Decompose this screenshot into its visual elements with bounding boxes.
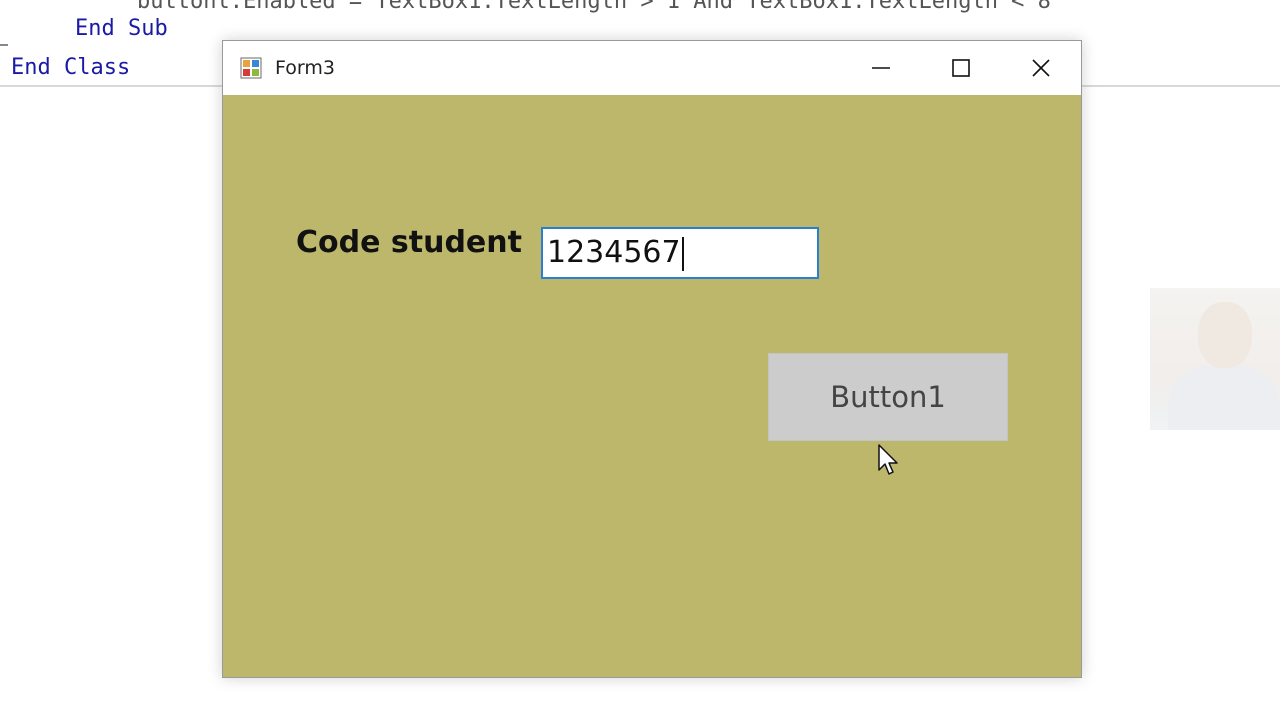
close-icon: [1032, 59, 1050, 77]
textbox-value: 1234567: [547, 235, 681, 270]
close-button[interactable]: [1001, 41, 1081, 95]
gutter-mark: [0, 44, 8, 46]
webcam-head: [1198, 302, 1252, 368]
window-title: Form3: [275, 57, 335, 79]
text-caret: [681, 236, 684, 271]
maximize-button[interactable]: [921, 41, 1001, 95]
maximize-icon: [952, 59, 970, 77]
button1[interactable]: Button1: [768, 353, 1008, 441]
form-client-area: Code student 1234567 Button1: [223, 95, 1081, 677]
window-titlebar[interactable]: Form3: [223, 41, 1081, 95]
code-student-label: Code student: [296, 225, 522, 260]
winforms-app-icon[interactable]: [240, 57, 262, 79]
code-line-end-sub: End Sub: [75, 16, 168, 41]
presenter-webcam: [1150, 288, 1280, 430]
arrow-cursor-icon: [878, 444, 898, 475]
code-student-textbox[interactable]: 1234567: [541, 227, 819, 279]
code-line-cut-off: buttonl.Enabled = TextBox1.TextLength > …: [137, 0, 1051, 14]
minimize-button[interactable]: [841, 41, 921, 95]
webcam-shoulders: [1168, 366, 1280, 430]
minimize-icon: [872, 67, 890, 69]
form3-window: Form3 Code student 1234567 Button1: [222, 40, 1082, 678]
code-line-end-class: End Class: [11, 55, 131, 80]
